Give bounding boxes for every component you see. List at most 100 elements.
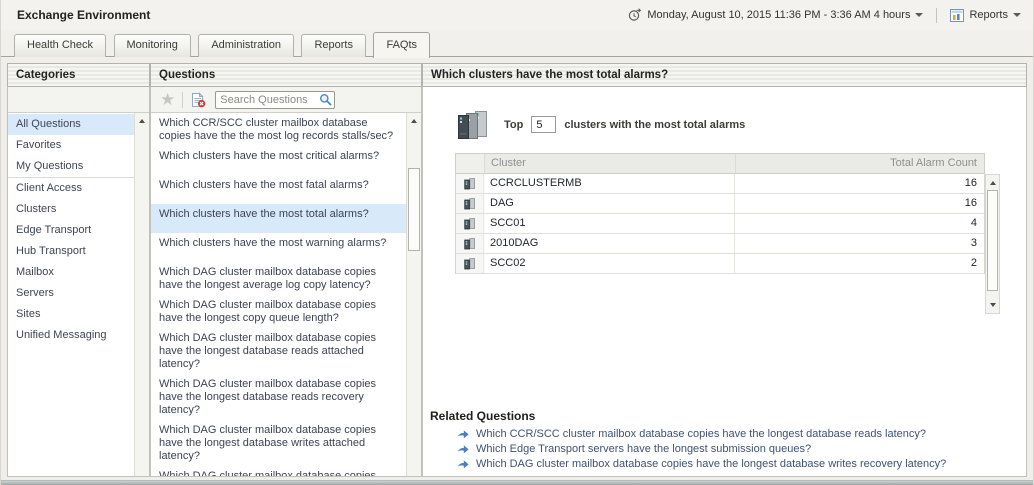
questions-scrollbar[interactable]	[406, 113, 421, 476]
cluster-icon	[456, 214, 484, 233]
table-row[interactable]: SCC01 4	[456, 214, 984, 234]
cluster-icon	[456, 234, 484, 253]
category-item[interactable]: Client Access	[8, 177, 134, 199]
scroll-thumb[interactable]	[408, 168, 420, 251]
server-stack-icon	[455, 109, 491, 140]
category-item[interactable]: My Questions	[8, 156, 134, 177]
cluster-column-header[interactable]: Cluster	[485, 154, 736, 173]
category-item[interactable]: Clusters	[8, 199, 134, 220]
categories-title: Categories	[16, 69, 75, 81]
reports-button[interactable]: Reports	[950, 9, 1021, 22]
category-label: Unified Messaging	[16, 329, 107, 341]
question-item[interactable]: Which clusters have the most fatal alarm…	[151, 175, 406, 204]
tab[interactable]: FAQts	[373, 32, 430, 58]
top-bar-actions: Monday, August 10, 2015 11:36 PM - 3:36 …	[628, 0, 1021, 30]
app-window: Exchange Environment Monday, August 10, …	[0, 0, 1034, 485]
table-row[interactable]: SCC02 2	[456, 254, 984, 274]
tab-label: Monitoring	[127, 39, 178, 51]
toolbar-separator	[936, 8, 937, 23]
cluster-icon	[456, 254, 484, 273]
question-text: Which clusters have the most warning ala…	[159, 237, 386, 249]
cluster-name: 2010DAG	[484, 234, 735, 253]
category-item[interactable]: Sites	[8, 304, 134, 325]
alarm-count: 16	[735, 194, 984, 213]
related-question-link[interactable]: Which DAG cluster mailbox database copie…	[430, 458, 1016, 470]
tab[interactable]: Health Check	[14, 34, 106, 57]
question-item[interactable]: Which DAG cluster mailbox database copie…	[151, 328, 406, 374]
arrow-right-icon	[457, 459, 469, 469]
questions-toolbar: ★	[151, 87, 421, 113]
table-scrollbar[interactable]	[985, 174, 1000, 314]
question-item[interactable]: Which DAG cluster mailbox database copie…	[151, 466, 406, 476]
question-item[interactable]: Which DAG cluster mailbox database copie…	[151, 420, 406, 466]
tab[interactable]: Administration	[198, 34, 294, 57]
tab[interactable]: Monitoring	[114, 34, 191, 57]
question-item[interactable]: Which clusters have the most total alarm…	[151, 204, 406, 233]
categories-body: All Questions Favorites My Questions Cli…	[7, 87, 150, 477]
question-item[interactable]: Which DAG cluster mailbox database copie…	[151, 295, 406, 328]
question-item[interactable]: Which clusters have the most warning ala…	[151, 233, 406, 262]
timerange-label: Monday, August 10, 2015 11:36 PM - 3:36 …	[647, 9, 910, 21]
category-item[interactable]: Servers	[8, 283, 134, 304]
cluster-name: DAG	[484, 194, 735, 213]
question-item[interactable]: Which DAG cluster mailbox database copie…	[151, 374, 406, 420]
cluster-name: SCC01	[484, 214, 735, 233]
detail-body: Top clusters with the most total alarms …	[422, 87, 1027, 477]
count-column-header[interactable]: Total Alarm Count	[736, 154, 984, 173]
categories-scrollbar[interactable]	[134, 113, 149, 476]
related-question-text: Which Edge Transport servers have the lo…	[476, 443, 811, 455]
alarm-count: 16	[735, 174, 984, 193]
category-label: Hub Transport	[16, 245, 86, 257]
categories-list: All Questions Favorites My Questions Cli…	[8, 113, 134, 476]
category-item[interactable]: All Questions	[8, 114, 134, 135]
scroll-up-icon[interactable]	[139, 119, 145, 123]
faqts-view: Categories All Questions Favorites My Qu…	[1, 58, 1033, 480]
question-item[interactable]: Which CCR/SCC cluster mailbox database c…	[151, 113, 406, 146]
top-n-input[interactable]	[531, 116, 556, 133]
timerange-selector[interactable]: Monday, August 10, 2015 11:36 PM - 3:36 …	[628, 8, 923, 22]
table-row[interactable]: DAG 16	[456, 194, 984, 214]
favorite-star-icon[interactable]: ★	[160, 92, 175, 108]
category-label: Sites	[16, 308, 40, 320]
category-item[interactable]: Edge Transport	[8, 220, 134, 241]
questions-title: Questions	[159, 69, 215, 81]
scroll-up-icon[interactable]	[411, 119, 417, 123]
tab[interactable]: Reports	[301, 34, 366, 57]
alarm-count: 4	[735, 214, 984, 233]
scroll-down-icon[interactable]	[990, 303, 996, 307]
related-question-text: Which CCR/SCC cluster mailbox database c…	[476, 428, 926, 440]
scroll-up-icon[interactable]	[990, 181, 996, 185]
question-item[interactable]: Which DAG cluster mailbox database copie…	[151, 262, 406, 295]
question-text: Which DAG cluster mailbox database copie…	[159, 424, 376, 462]
cluster-icon	[456, 174, 484, 193]
category-item[interactable]: Mailbox	[8, 262, 134, 283]
category-item[interactable]: Hub Transport	[8, 241, 134, 262]
scroll-thumb[interactable]	[987, 190, 998, 291]
question-text: Which DAG cluster mailbox database copie…	[159, 378, 376, 416]
arrow-right-icon	[457, 429, 469, 439]
search-icon[interactable]	[319, 93, 332, 106]
category-label: Mailbox	[16, 266, 54, 278]
category-item[interactable]: Favorites	[8, 135, 134, 156]
questions-list: Which CCR/SCC cluster mailbox database c…	[151, 113, 406, 476]
table-row[interactable]: CCRCLUSTERMB 16	[456, 174, 984, 194]
related-question-link[interactable]: Which CCR/SCC cluster mailbox database c…	[430, 428, 1016, 440]
icon-column-header	[456, 154, 485, 173]
remove-question-icon[interactable]	[190, 92, 206, 108]
reports-label: Reports	[969, 9, 1008, 21]
related-questions-title: Related Questions	[430, 409, 1016, 423]
questions-panel: Questions ★	[150, 63, 422, 477]
category-label: Servers	[16, 287, 54, 299]
search-input[interactable]	[215, 91, 335, 109]
search-box	[215, 90, 335, 109]
tab-label: FAQts	[386, 39, 417, 51]
table-row[interactable]: 2010DAG 3	[456, 234, 984, 254]
related-question-link[interactable]: Which Edge Transport servers have the lo…	[430, 443, 1016, 455]
question-item[interactable]: Which clusters have the most critical al…	[151, 146, 406, 175]
top-suffix-label: clusters with the most total alarms	[564, 119, 745, 131]
questions-body: ★	[150, 87, 422, 477]
category-item[interactable]: Unified Messaging	[8, 325, 134, 346]
tab-label: Reports	[314, 39, 353, 51]
page-title: Exchange Environment	[17, 0, 150, 30]
related-question-text: Which DAG cluster mailbox database copie…	[476, 458, 946, 470]
